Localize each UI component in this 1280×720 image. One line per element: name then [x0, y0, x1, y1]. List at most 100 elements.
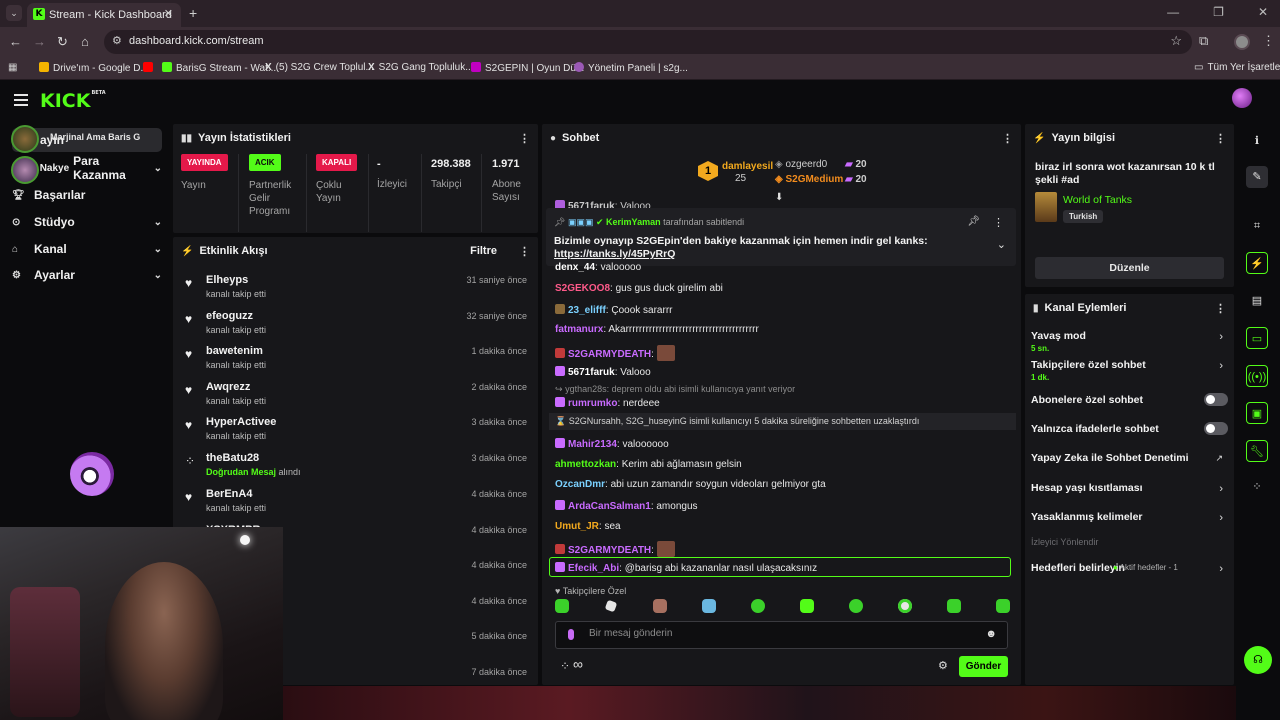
browser-tab-active[interactable]: K Stream - Kick Dashboard ✕: [27, 3, 181, 27]
bookmark-star-icon[interactable]: ☆: [1170, 33, 1182, 49]
sidebar-item-studyo[interactable]: ⊙ Stüdyo ⌄: [12, 210, 162, 234]
kick-points-icon[interactable]: ⁘: [560, 659, 570, 673]
event-username[interactable]: Awqrezz: [206, 381, 250, 393]
stream-stats-panel: ▮▮ Yayın İstatistikleri ⋮ YAYINDA Yayın …: [173, 124, 538, 233]
user-avatar[interactable]: [1232, 88, 1252, 108]
extensions-icon[interactable]: ⧉: [1199, 33, 1208, 49]
wrench-icon[interactable]: 🔧︎: [1246, 440, 1268, 462]
goals-row[interactable]: Hedefleri belirleyin ● Aktif hedefler - …: [1031, 562, 1229, 575]
broadcast-icon[interactable]: ((•)): [1246, 365, 1268, 387]
home-icon[interactable]: ⌂: [81, 34, 89, 49]
emote-8[interactable]: [898, 599, 912, 613]
tab-search-chevron-icon[interactable]: ⌄: [6, 5, 22, 21]
bookmark-item[interactable]: X S2G Gang Topluluk...: [368, 62, 474, 73]
folder-icon: ▭: [1194, 62, 1204, 73]
bookmark-item[interactable]: X (5) S2G Crew Toplul...: [265, 62, 374, 73]
more-options-icon[interactable]: ⋮: [1215, 132, 1226, 145]
send-button[interactable]: Gönder: [959, 656, 1008, 677]
bookmark-item[interactable]: BarisG Stream - Wat...: [162, 62, 276, 74]
lightning-icon[interactable]: ⚡: [1246, 252, 1268, 274]
more-options-icon[interactable]: ⋮: [993, 216, 1004, 229]
edit-pencil-icon[interactable]: ✎: [1246, 166, 1268, 188]
banned-words-row[interactable]: Yasaklanmış kelimeler ›: [1031, 511, 1229, 524]
lightning-icon: ⚡: [1033, 132, 1046, 144]
top-viewer-1[interactable]: damlayesil: [722, 161, 773, 172]
event-username[interactable]: HyperActivee: [206, 416, 276, 428]
emote-7[interactable]: [849, 599, 863, 613]
event-username[interactable]: Elheyps: [206, 274, 248, 286]
account-age-row[interactable]: Hesap yaşı kısıtlaması ›: [1031, 482, 1229, 495]
hamburger-menu-icon[interactable]: [14, 94, 28, 106]
category-link[interactable]: World of Tanks: [1063, 194, 1132, 206]
back-icon[interactable]: ←: [9, 34, 22, 49]
kick-logo[interactable]: KICKBETA: [40, 90, 106, 112]
layout-icon[interactable]: ▣: [1246, 402, 1268, 424]
bookmark-item[interactable]: Yönetim Paneli | s2g...: [574, 62, 688, 74]
emote-3[interactable]: [653, 599, 667, 613]
event-username[interactable]: theBatu28: [206, 452, 259, 464]
kick-points-icon[interactable]: ⁘: [1246, 476, 1268, 498]
emote-5[interactable]: [751, 599, 765, 613]
emote-9[interactable]: [947, 599, 961, 613]
more-options-icon[interactable]: ⋮: [519, 245, 530, 258]
ai-moderation-row[interactable]: Yapay Zeka ile Sohbet Denetimi ↗: [1031, 452, 1229, 464]
top-viewer-2[interactable]: ◈ ozgeerd0: [775, 159, 827, 170]
info-icon[interactable]: ℹ: [1246, 130, 1268, 152]
chevron-down-icon[interactable]: ⌄: [997, 238, 1006, 251]
emoji-icon[interactable]: ☻: [985, 628, 997, 640]
bookmark-item[interactable]: S2GEPIN | Oyun Dü...: [471, 62, 584, 74]
followers-only-row[interactable]: Takipçilere özel sohbet 1 dk. ›: [1031, 359, 1229, 382]
chat-settings-icon[interactable]: ⚙: [938, 659, 948, 672]
external-link-icon: ↗: [1215, 453, 1223, 463]
tab-close-icon[interactable]: ✕: [164, 7, 173, 20]
event-username[interactable]: BerEnA4: [206, 488, 252, 500]
status-badge: YAYINDA: [181, 154, 228, 171]
edit-button[interactable]: Düzenle: [1035, 257, 1224, 279]
pinned-link[interactable]: https://tanks.ly/45PyRrQ: [554, 248, 675, 260]
minimize-icon[interactable]: —: [1167, 5, 1179, 19]
emote-2[interactable]: [604, 599, 618, 613]
studio-icon: ⊙: [12, 216, 21, 228]
event-username[interactable]: bawetenim: [206, 345, 263, 357]
reload-icon[interactable]: ↻: [57, 34, 68, 50]
chat-message-input[interactable]: [589, 628, 969, 639]
top-viewer-3[interactable]: ◈ S2GMedium: [775, 174, 843, 185]
sidebar-item-kanal[interactable]: ⌂ Kanal ⌄: [12, 237, 162, 261]
event-username[interactable]: efeoguzz: [206, 310, 253, 322]
emote-1[interactable]: [555, 599, 569, 613]
more-options-icon[interactable]: ⋮: [519, 132, 530, 145]
new-tab-icon[interactable]: +: [189, 5, 197, 21]
emotes-only-toggle[interactable]: [1204, 422, 1228, 435]
apps-grid-icon[interactable]: ▦: [8, 62, 17, 73]
collapse-arrow-icon[interactable]: ⬇: [775, 192, 783, 203]
support-headset-icon[interactable]: ☊: [1244, 646, 1272, 674]
close-window-icon[interactable]: ✕: [1258, 5, 1268, 19]
event-action: kanalı takip etti: [206, 325, 267, 335]
browser-profile-avatar[interactable]: [1234, 34, 1250, 50]
emote-6[interactable]: [800, 599, 814, 613]
bookmark-item[interactable]: [143, 62, 157, 74]
followers-only-label: ♥ Takipçilere Özel: [555, 586, 627, 596]
chat-message: 5671faruk: Valooo: [555, 366, 651, 378]
sidebar-item-basarilar[interactable]: 🏆︎ Başarılar: [12, 183, 162, 207]
emote-4[interactable]: [702, 599, 716, 613]
restore-icon[interactable]: ❐: [1213, 5, 1224, 19]
crop-icon[interactable]: ⌗: [1246, 215, 1268, 237]
address-bar[interactable]: ⚙ dashboard.kick.com/stream ☆: [104, 30, 1192, 54]
all-bookmarks[interactable]: ▭ Tüm Yer İşaretleri: [1194, 62, 1280, 73]
bookmark-item[interactable]: Drive'ım - Google D...: [39, 62, 149, 74]
filter-button[interactable]: Filtre: [470, 245, 497, 257]
sidebar-item-ayarlar[interactable]: ⚙ Ayarlar ⌄: [12, 263, 162, 287]
site-settings-icon[interactable]: ⚙: [112, 34, 122, 47]
chat-icon[interactable]: ▭: [1246, 327, 1268, 349]
subscribers-only-toggle[interactable]: [1204, 393, 1228, 406]
more-options-icon[interactable]: ⋮: [1215, 302, 1226, 315]
document-icon[interactable]: ▤: [1246, 290, 1268, 312]
unpin-icon[interactable]: 📌︎: [967, 216, 980, 227]
microphone-icon[interactable]: [568, 629, 574, 640]
slow-mode-row[interactable]: Yavaş mod 5 sn. ›: [1031, 330, 1229, 353]
browser-menu-icon[interactable]: ⋮: [1262, 33, 1275, 49]
forward-icon[interactable]: →: [33, 34, 46, 49]
more-options-icon[interactable]: ⋮: [1002, 132, 1013, 145]
emote-10[interactable]: [996, 599, 1010, 613]
